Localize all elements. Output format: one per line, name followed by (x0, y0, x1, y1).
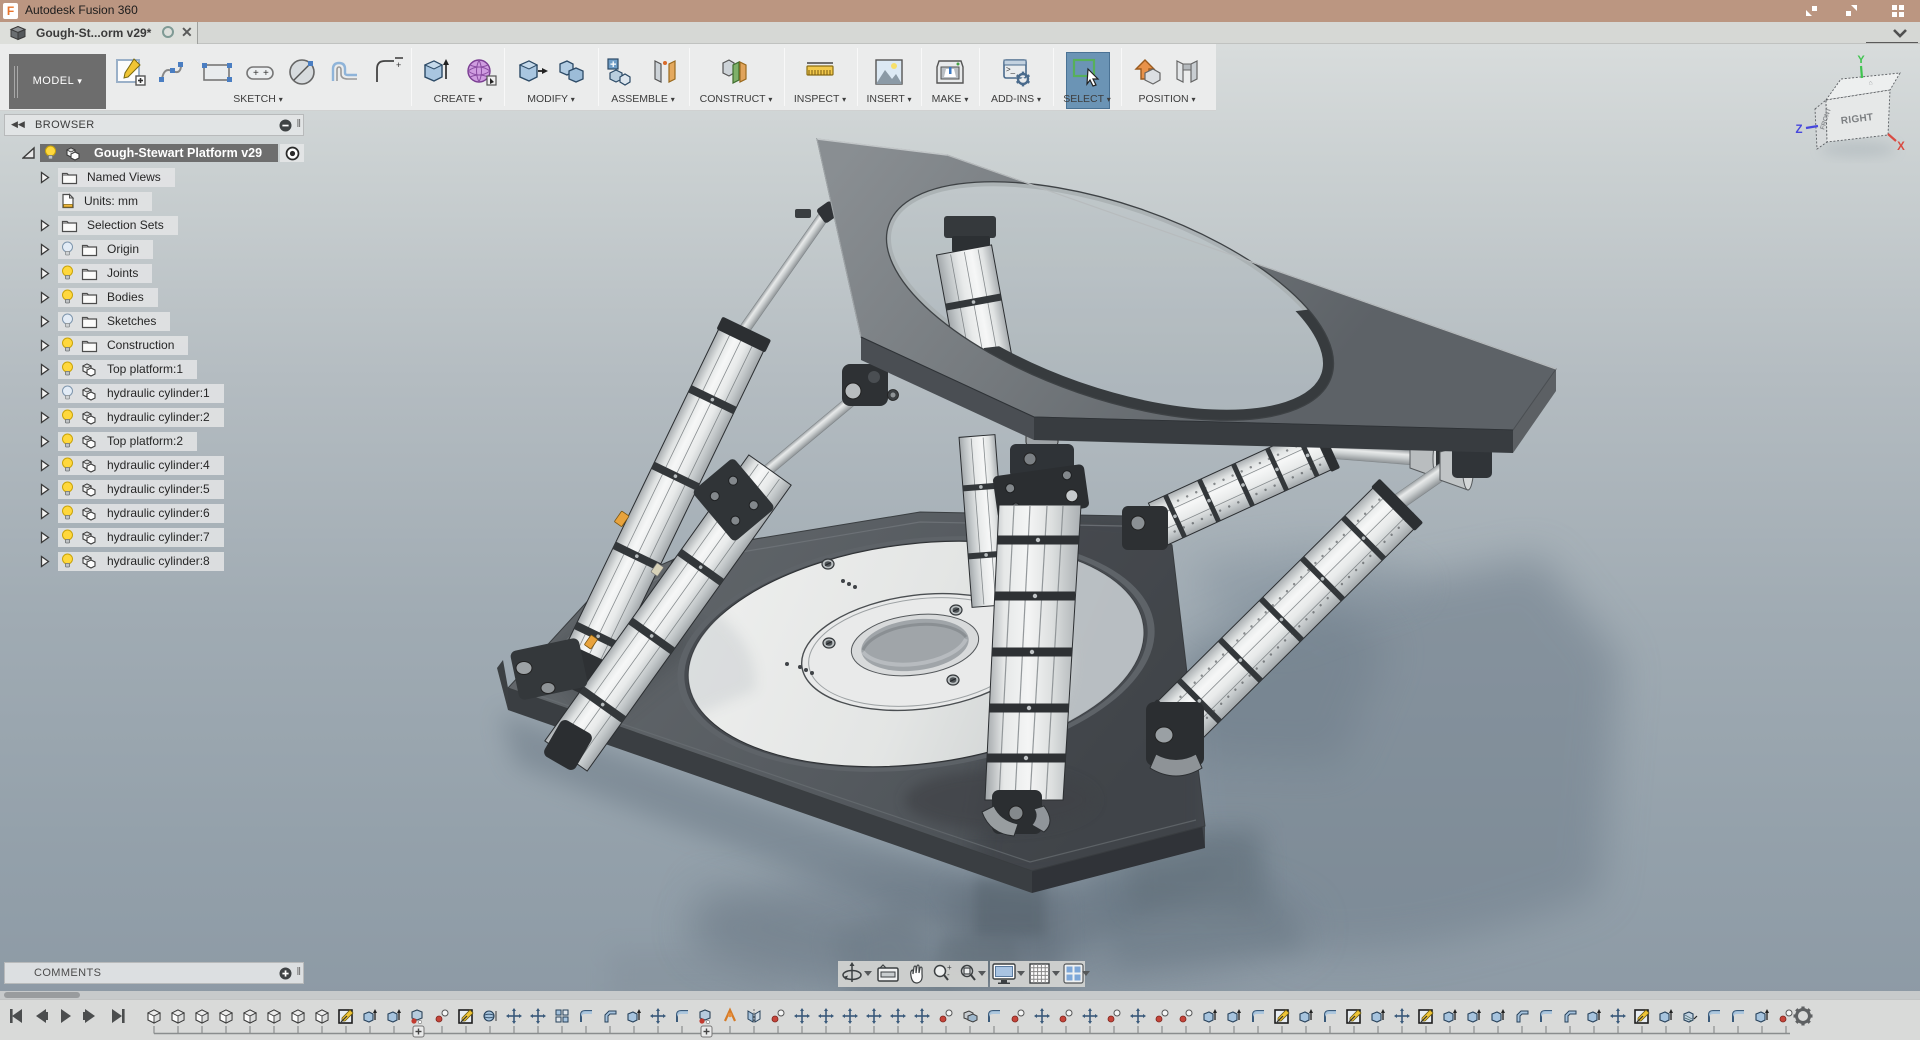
svg-text:Y: Y (1857, 54, 1865, 66)
svg-text:-: - (947, 970, 950, 979)
svg-text:X: X (1897, 141, 1905, 153)
svg-text:>_: >_ (1006, 65, 1016, 74)
svg-text:+: + (610, 59, 616, 71)
svg-text:Z: Z (1795, 124, 1802, 136)
